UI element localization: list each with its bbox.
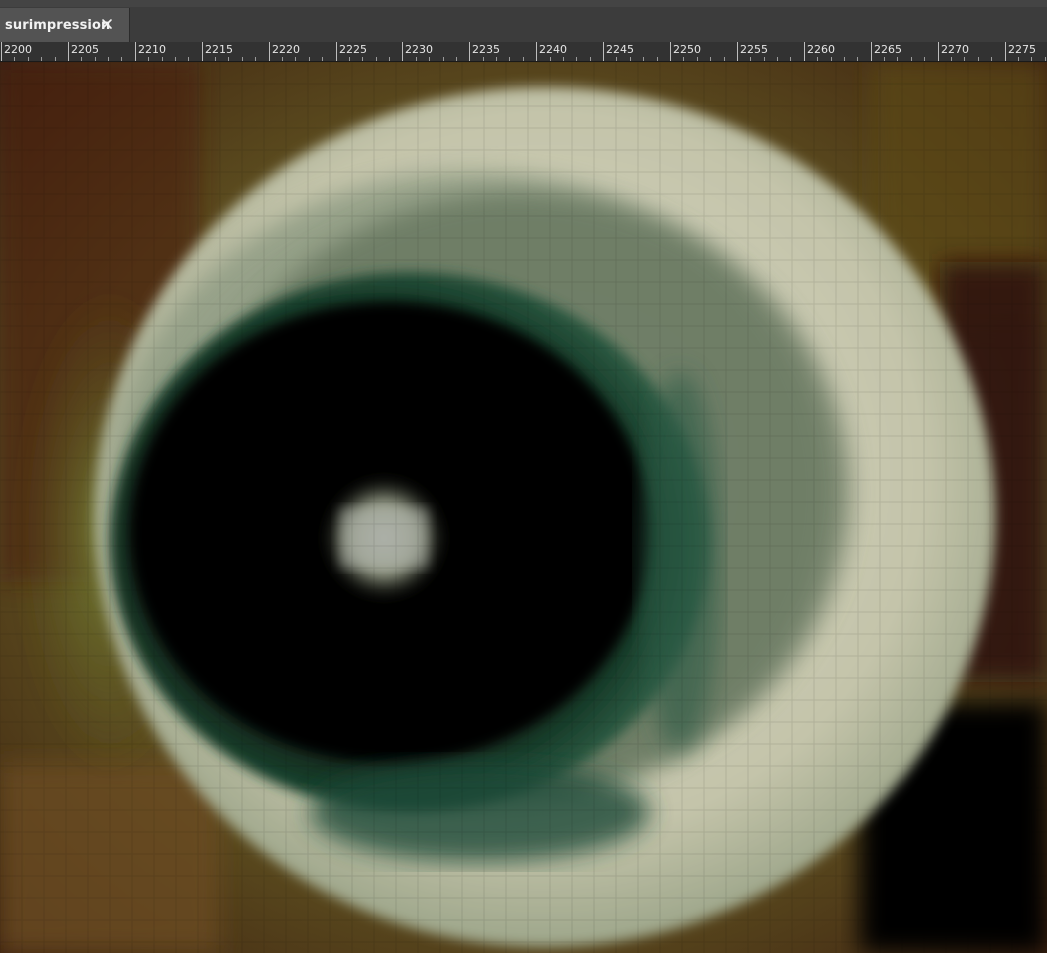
ruler-label: 2220 xyxy=(272,43,300,56)
close-icon[interactable] xyxy=(101,15,113,29)
ruler-label: 2255 xyxy=(740,43,768,56)
ruler-label: 2250 xyxy=(673,43,701,56)
ruler-label: 2205 xyxy=(71,43,99,56)
document-tab[interactable]: surimpression xyxy=(0,8,130,42)
ruler-label: 2260 xyxy=(807,43,835,56)
ruler-label: 2200 xyxy=(4,43,32,56)
document-tab-bar: surimpression xyxy=(0,7,1047,43)
horizontal-ruler[interactable]: 2200 2205 2210 2215 2220 2225 2230 2235 2240 2245… xyxy=(0,42,1047,62)
ruler-label: 2265 xyxy=(874,43,902,56)
ruler-label: 2270 xyxy=(941,43,969,56)
zoomed-eye-image xyxy=(0,62,1047,953)
image-canvas[interactable] xyxy=(0,62,1047,953)
ruler-label: 2275 xyxy=(1008,43,1036,56)
image-editor-window: surimpression 2200 2205 2210 2215 2220 2225 22… xyxy=(0,0,1047,953)
ruler-label: 2225 xyxy=(339,43,367,56)
ruler-label: 2245 xyxy=(606,43,634,56)
ruler-label: 2230 xyxy=(405,43,433,56)
ruler-label: 2210 xyxy=(138,43,166,56)
ruler-label: 2215 xyxy=(205,43,233,56)
document-tab-title: surimpression xyxy=(5,18,111,33)
ruler-label: 2235 xyxy=(472,43,500,56)
ruler-label: 2240 xyxy=(539,43,567,56)
